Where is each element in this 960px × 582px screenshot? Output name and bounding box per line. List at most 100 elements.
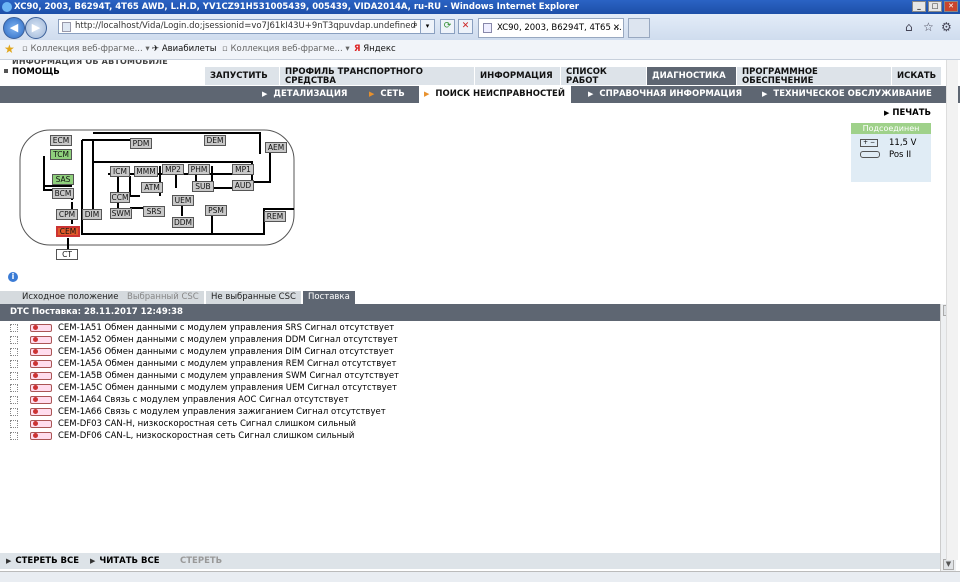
address-bar[interactable]: http://localhost/Vida/Login.do;jsessioni… [58, 19, 435, 34]
dtc-header: DTC Поставка: 28.11.2017 12:49:38 [0, 304, 940, 321]
subtab-maintenance[interactable]: ▶ ТЕХНИЧЕСКОЕ ОБСЛУЖИВАНИЕ [762, 86, 932, 103]
scroll-down-icon[interactable]: ▼ [943, 559, 954, 570]
expand-icon[interactable] [10, 395, 18, 404]
module-bcm[interactable]: BCM [52, 188, 74, 199]
dtc-row[interactable]: CEM-1A5C Обмен данными с модулем управле… [10, 382, 397, 394]
favorite-item-yandex[interactable]: Я Яндекс [354, 44, 396, 54]
module-mmm[interactable]: MMM [134, 166, 158, 177]
favorite-item-webslice-2[interactable]: ▫ Коллекция веб-фрагме... ▾ [222, 44, 350, 54]
forward-button[interactable]: ▶ [25, 17, 47, 39]
new-tab-button[interactable] [628, 18, 650, 38]
connection-status: Подсоединен [851, 123, 931, 134]
print-button[interactable]: ▶ ПЕЧАТЬ [884, 108, 931, 118]
home-icon[interactable]: ⌂ [905, 20, 913, 34]
gear-icon[interactable]: ⚙ [941, 20, 952, 34]
subtab-network[interactable]: ▶ СЕТЬ [369, 86, 405, 103]
tab-software[interactable]: ПРОГРАММНОЕ ОБЕСПЕЧЕНИЕ [737, 67, 892, 85]
favorite-item-webslice-1[interactable]: ▫ Коллекция веб-фрагме... ▾ [22, 44, 150, 54]
module-phm[interactable]: PHM [188, 164, 210, 175]
expand-icon[interactable] [10, 359, 18, 368]
dtc-row[interactable]: CEM-1A64 Связь с модулем управления AOC … [10, 394, 349, 406]
expand-icon[interactable] [10, 383, 18, 392]
module-uem[interactable]: UEM [172, 195, 194, 206]
tab-work-list[interactable]: СПИСОК РАБОТ [561, 67, 647, 85]
module-mp2[interactable]: MP2 [162, 164, 184, 175]
tab-vehicle-profile[interactable]: ПРОФИЛЬ ТРАНСПОРТНОГО СРЕДСТВА [280, 67, 475, 85]
browser-tab[interactable]: XC90, 2003, B6294T, 4T65 ... ✕ [478, 18, 624, 38]
help-link[interactable]: ПОМОЩЬ [12, 67, 60, 77]
module-srs[interactable]: SRS [143, 206, 165, 217]
tab-diagnostics[interactable]: ДИАГНОСТИКА [647, 67, 737, 85]
ignition-position: Pos II [889, 150, 912, 160]
refresh-button[interactable]: ⟳ [440, 19, 455, 34]
vehicle-info-link[interactable]: ИНФОРМАЦИЯ ОБ АВТОМОБИЛЕ [12, 60, 168, 67]
tab-unselected-csc[interactable]: Не выбранные CSC [206, 291, 301, 304]
tab-launch[interactable]: ЗАПУСТИТЬ [205, 67, 280, 85]
dtc-row[interactable]: CEM-DF03 CAN-H, низкоскоростная сеть Сиг… [10, 418, 356, 430]
subtab-fault-tracing[interactable]: ▶ ПОИСК НЕИСПРАВНОСТЕЙ [419, 86, 571, 103]
dtc-row[interactable]: CEM-1A5B Обмен данными с модулем управле… [10, 370, 399, 382]
tab-delivery[interactable]: Поставка [303, 291, 355, 304]
page-scrollbar[interactable] [946, 60, 958, 560]
page-icon [62, 22, 71, 32]
clear-button[interactable]: СТЕРЕТЬ [180, 553, 222, 569]
dtc-row[interactable]: CEM-DF06 CAN-L, низкоскоростная сеть Сиг… [10, 430, 354, 442]
module-icm[interactable]: ICM [110, 166, 130, 177]
module-swm[interactable]: SWM [110, 208, 132, 219]
maximize-button[interactable]: □ [928, 1, 942, 12]
module-sas[interactable]: SAS [52, 174, 74, 185]
module-ccm[interactable]: CCM [110, 192, 130, 203]
module-aem[interactable]: AEM [265, 142, 287, 153]
window-title-bar: XC90, 2003, B6294T, 4T65 AWD, L.H.D, YV1… [0, 0, 960, 14]
expand-icon[interactable] [10, 371, 18, 380]
tab-information[interactable]: ИНФОРМАЦИЯ [475, 67, 561, 85]
back-button[interactable]: ◀ [3, 17, 25, 39]
expand-icon[interactable] [10, 335, 18, 344]
info-icon[interactable]: i [8, 272, 18, 282]
stop-button[interactable]: ✕ [458, 19, 473, 34]
module-mp1[interactable]: MP1 [232, 164, 254, 175]
dtc-row[interactable]: CEM-1A66 Связь с модулем управления зажи… [10, 406, 386, 418]
close-tab-button[interactable]: ✕ [613, 19, 620, 37]
can-bus-lines [43, 132, 294, 250]
dtc-row[interactable]: CEM-1A52 Обмен данными с модулем управле… [10, 334, 398, 346]
arrow-right-icon: ▶ [369, 90, 375, 98]
dtc-row[interactable]: CEM-1A51 Обмен данными с модулем управле… [10, 322, 394, 334]
module-ecm[interactable]: ECM [50, 135, 72, 146]
module-aud[interactable]: AUD [232, 180, 254, 191]
tab-initial-position[interactable]: Исходное положение [0, 291, 139, 304]
close-window-button[interactable]: ✕ [944, 1, 958, 12]
module-ddm[interactable]: DDM [172, 217, 194, 228]
dtc-row[interactable]: CEM-1A56 Обмен данными с модулем управле… [10, 346, 394, 358]
expand-icon[interactable] [10, 419, 18, 428]
expand-icon[interactable] [10, 347, 18, 356]
dtc-status-icon [30, 335, 52, 344]
module-rem[interactable]: REM [264, 211, 286, 222]
module-atm[interactable]: ATM [141, 182, 163, 193]
subtab-reference-info[interactable]: ▶ СПРАВОЧНАЯ ИНФОРМАЦИЯ [588, 86, 742, 103]
clear-all-button[interactable]: ▶ СТЕРЕТЬ ВСЕ [6, 553, 79, 569]
tab-search[interactable]: ИСКАТЬ [892, 67, 942, 85]
module-sub[interactable]: SUB [192, 181, 214, 192]
minimize-button[interactable]: _ [912, 1, 926, 12]
favorites-star-icon[interactable]: ☆ [923, 20, 934, 34]
expand-icon[interactable] [10, 407, 18, 416]
dtc-row[interactable]: CEM-1A5A Обмен данными с модулем управле… [10, 358, 396, 370]
module-psm[interactable]: PSM [205, 205, 227, 216]
module-tcm[interactable]: TCM [50, 149, 72, 160]
read-all-button[interactable]: ▶ ЧИТАТЬ ВСЕ [90, 553, 160, 569]
favorites-star-icon[interactable]: ★ [4, 42, 15, 56]
module-dim[interactable]: DIM [82, 209, 102, 220]
subtab-details[interactable]: ▶ ДЕТАЛИЗАЦИЯ [262, 86, 347, 103]
browser-status-bar [0, 571, 960, 582]
module-cem[interactable]: CEM [56, 226, 80, 237]
expand-icon[interactable] [10, 323, 18, 332]
module-pdm[interactable]: PDM [130, 138, 152, 149]
tab-selected-csc[interactable]: Выбранный CSC [122, 291, 204, 304]
module-cpm[interactable]: CPM [56, 209, 78, 220]
favorite-item-avia[interactable]: ✈ Авиабилеты [152, 44, 216, 54]
search-icon[interactable]: ⌕ [408, 19, 423, 34]
module-dem[interactable]: DEM [204, 135, 226, 146]
module-ct[interactable]: CT [56, 249, 78, 260]
expand-icon[interactable] [10, 431, 18, 440]
